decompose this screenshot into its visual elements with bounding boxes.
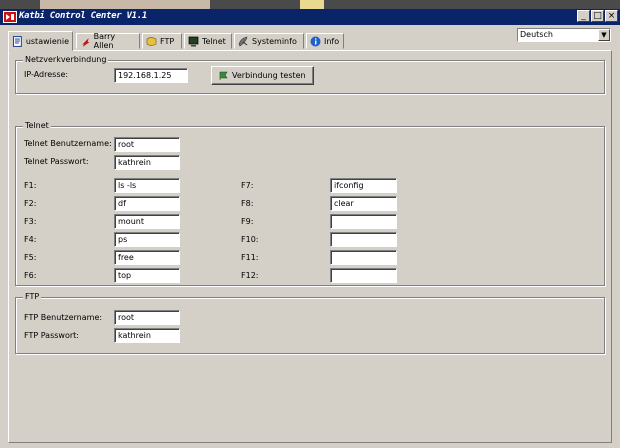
f10-label: F10: — [241, 235, 259, 244]
tab-panel-ustawienie: Netzverkverbindung IP-Adresse: Verbindun… — [8, 50, 612, 443]
f8-command-input[interactable] — [330, 196, 397, 211]
telnet-group: Telnet Telnet Benutzername: Telnet Passw… — [15, 121, 605, 286]
f1-command-input[interactable] — [114, 178, 180, 193]
settings-doc-icon — [12, 35, 22, 47]
f2-command-input[interactable] — [114, 196, 180, 211]
ftp-password-input[interactable] — [114, 328, 180, 343]
test-connection-button[interactable]: Verbindung testen — [211, 66, 314, 85]
tab-barry-allen[interactable]: Barry Allen — [76, 32, 140, 50]
tab-telnet[interactable]: Telnet — [184, 33, 232, 49]
connection-plug-icon — [219, 71, 228, 80]
chevron-down-icon[interactable]: ▼ — [598, 29, 610, 41]
f6-command-input[interactable] — [114, 268, 180, 283]
telnet-username-input[interactable] — [114, 137, 180, 152]
ftp-password-label: FTP Passwort: — [24, 331, 79, 340]
tab-label: FTP — [160, 36, 175, 46]
telnet-password-input[interactable] — [114, 155, 180, 170]
info-icon — [310, 36, 321, 46]
ftp-group-legend: FTP — [23, 292, 42, 301]
tab-info[interactable]: Info — [306, 33, 344, 49]
ftp-group: FTP FTP Benutzername: FTP Passwort: — [15, 292, 605, 354]
language-select[interactable]: Deutsch ▼ — [517, 28, 611, 42]
telnet-password-label: Telnet Passwort: — [24, 157, 89, 166]
f9-command-input[interactable] — [330, 214, 397, 229]
ftp-username-input[interactable] — [114, 310, 180, 325]
satellite-icon — [238, 36, 248, 46]
tab-ustawienie[interactable]: ustawienie — [8, 31, 73, 51]
f6-label: F6: — [24, 271, 37, 280]
telnet-username-label: Telnet Benutzername: — [24, 139, 112, 148]
f12-command-input[interactable] — [330, 268, 397, 283]
tab-label: Barry Allen — [93, 32, 116, 50]
f5-command-input[interactable] — [114, 250, 180, 265]
tab-label: ustawienie — [25, 36, 69, 46]
language-select-value: Deutsch — [520, 30, 553, 39]
maximize-button[interactable]: □ — [591, 10, 604, 22]
tab-label: Telnet — [202, 36, 226, 46]
window-titlebar[interactable]: Katbi Control Center V1.1 _ □ × — [0, 9, 620, 25]
f8-label: F8: — [241, 199, 254, 208]
ftp-icon — [146, 36, 157, 46]
test-connection-label: Verbindung testen — [232, 71, 306, 80]
tab-systeminfo[interactable]: Systeminfo — [234, 33, 304, 49]
f1-label: F1: — [24, 181, 37, 190]
minimize-button[interactable]: _ — [577, 10, 590, 22]
f3-label: F3: — [24, 217, 37, 226]
network-group: Netzverkverbindung IP-Adresse: Verbindun… — [15, 55, 605, 94]
close-button[interactable]: × — [605, 10, 618, 22]
tab-label: Systeminfo — [252, 36, 297, 46]
ip-address-input[interactable] — [114, 68, 188, 83]
tab-ftp[interactable]: FTP — [142, 33, 182, 49]
telnet-group-legend: Telnet — [23, 121, 51, 130]
f7-command-input[interactable] — [330, 178, 397, 193]
monitor-icon — [188, 36, 199, 46]
ip-address-label: IP-Adresse: — [24, 70, 69, 79]
app-logo-icon — [3, 11, 17, 23]
window-title: Katbi Control Center V1.1 — [19, 11, 147, 21]
f5-label: F5: — [24, 253, 37, 262]
f2-label: F2: — [24, 199, 37, 208]
tab-label: Info — [324, 36, 340, 46]
f7-label: F7: — [241, 181, 254, 190]
f11-command-input[interactable] — [330, 250, 397, 265]
flash-icon — [81, 37, 90, 47]
network-group-legend: Netzverkverbindung — [23, 55, 109, 64]
f9-label: F9: — [241, 217, 254, 226]
f3-command-input[interactable] — [114, 214, 180, 229]
f10-command-input[interactable] — [330, 232, 397, 247]
ftp-username-label: FTP Benutzername: — [24, 313, 103, 322]
f11-label: F11: — [241, 253, 259, 262]
f12-label: F12: — [241, 271, 259, 280]
f4-label: F4: — [24, 235, 37, 244]
window-client: Deutsch ▼ ustawienie Barry Allen FTP Tel… — [0, 25, 620, 448]
f4-command-input[interactable] — [114, 232, 180, 247]
